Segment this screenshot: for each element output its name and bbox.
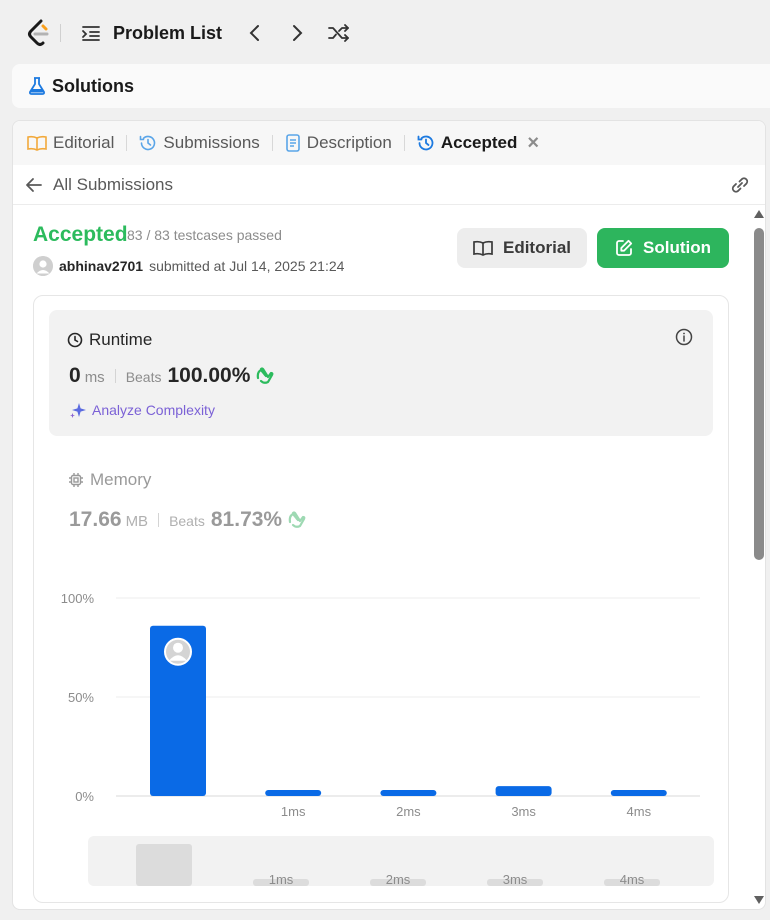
document-icon xyxy=(285,134,300,152)
minimap-label: 3ms xyxy=(503,872,528,886)
clapping-hands-icon xyxy=(288,511,306,528)
editorial-button[interactable]: Editorial xyxy=(457,228,587,268)
avatar-head xyxy=(173,642,183,653)
problem-list-link[interactable]: Problem List xyxy=(113,23,222,44)
tab-submissions[interactable]: Submissions xyxy=(139,133,260,153)
tab-accepted[interactable]: Accepted × xyxy=(417,132,539,155)
arrow-left-icon xyxy=(26,177,42,192)
runtime-distribution-chart[interactable]: 0% 50% 100% 1ms 2ms 3ms 4ms xyxy=(34,580,730,830)
submission-status: Accepted xyxy=(33,223,128,246)
y-tick-label: 100% xyxy=(61,591,95,606)
list-icon[interactable] xyxy=(81,23,101,43)
sparkle-icon xyxy=(70,403,86,418)
solution-button[interactable]: Solution xyxy=(597,228,729,268)
book-icon xyxy=(27,135,47,151)
tab-editorial[interactable]: Editorial xyxy=(27,133,114,153)
divider xyxy=(403,135,405,151)
divider xyxy=(158,513,160,527)
divider xyxy=(114,369,116,383)
memory-beats-percent: 81.73% xyxy=(210,508,283,531)
chip-icon xyxy=(69,473,83,487)
all-submissions-link[interactable]: All Submissions xyxy=(13,165,765,205)
memory-title: Memory xyxy=(90,470,152,489)
memory-beats-label: Beats xyxy=(169,513,205,529)
submitted-time: submitted at Jul 14, 2025 21:24 xyxy=(149,258,345,274)
runtime-beats-percent: 100.00% xyxy=(167,364,251,387)
analyze-complexity-label: Analyze Complexity xyxy=(92,402,215,418)
vertical-scrollbar[interactable] xyxy=(752,204,766,910)
tab-description[interactable]: Description xyxy=(285,133,392,153)
y-tick-label: 50% xyxy=(68,690,94,705)
chevron-left-icon xyxy=(249,25,260,41)
solutions-header[interactable]: Solutions xyxy=(12,64,770,108)
memory-unit: MB xyxy=(125,513,149,530)
runtime-section[interactable]: Runtime 0 ms Beats 100.00% Analyze Compl… xyxy=(49,310,713,436)
testcases-passed: 83 / 83 testcases passed xyxy=(127,227,282,243)
runtime-header: Runtime xyxy=(67,330,152,350)
avatar[interactable] xyxy=(33,256,53,276)
prev-problem-button[interactable] xyxy=(242,20,268,46)
x-tick-label: 3ms xyxy=(511,804,536,819)
edit-icon xyxy=(616,239,633,256)
tab-accepted-label: Accepted xyxy=(440,133,518,152)
clapping-hands-icon xyxy=(257,367,274,384)
y-tick-label: 0% xyxy=(75,789,94,804)
leetcode-logo-icon[interactable] xyxy=(26,18,52,48)
x-tick-label: 1ms xyxy=(281,804,306,819)
chart-bar xyxy=(265,790,322,796)
history-icon xyxy=(140,135,156,151)
scrollbar-thumb[interactable] xyxy=(754,228,764,560)
book-icon xyxy=(473,240,493,256)
performance-card: Runtime 0 ms Beats 100.00% Analyze Compl… xyxy=(33,295,729,903)
minimap-label: 1ms xyxy=(269,872,294,886)
chart-range-selector[interactable]: 1ms 2ms 3ms 4ms xyxy=(88,836,714,886)
scroll-up-arrow-icon[interactable] xyxy=(752,208,766,220)
divider xyxy=(271,135,273,151)
history-icon xyxy=(417,135,434,151)
info-icon[interactable] xyxy=(675,328,693,351)
minimap-bar xyxy=(136,844,192,886)
clock-icon xyxy=(67,332,83,348)
x-tick-label: 4ms xyxy=(627,804,652,819)
shuffle-icon xyxy=(328,24,349,42)
solutions-title: Solutions xyxy=(52,75,134,96)
runtime-unit: ms xyxy=(84,369,105,386)
divider xyxy=(60,24,61,42)
submission-author-line: abhinav2701 submitted at Jul 14, 2025 21… xyxy=(33,256,344,276)
runtime-beats-label: Beats xyxy=(125,369,162,385)
chevron-right-icon xyxy=(293,25,303,41)
divider xyxy=(126,135,128,151)
link-icon[interactable] xyxy=(729,175,751,200)
memory-header[interactable]: Memory xyxy=(68,470,151,490)
memory-metric: 17.66 MB Beats 81.73% xyxy=(69,508,308,532)
submission-panel: Editorial Submissions Description Accept… xyxy=(12,120,766,910)
next-problem-button[interactable] xyxy=(284,20,310,46)
tab-submissions-label: Submissions xyxy=(163,133,260,152)
chart-bar xyxy=(495,786,552,796)
chart-bar xyxy=(610,790,667,796)
scroll-down-arrow-icon[interactable] xyxy=(752,894,766,906)
runtime-value: 0 xyxy=(69,364,81,387)
minimap-label: 2ms xyxy=(386,872,411,886)
x-tick-label: 2ms xyxy=(396,804,421,819)
tab-description-label: Description xyxy=(306,133,392,152)
random-problem-button[interactable] xyxy=(326,20,352,46)
editorial-button-label: Editorial xyxy=(502,238,571,257)
flask-icon xyxy=(29,77,45,95)
memory-value: 17.66 xyxy=(69,508,122,531)
tab-bar: Editorial Submissions Description Accept… xyxy=(13,121,765,165)
top-navbar: Problem List xyxy=(0,0,770,66)
runtime-title: Runtime xyxy=(89,330,153,349)
author-name[interactable]: abhinav2701 xyxy=(59,258,143,274)
avatar-marker xyxy=(164,637,192,666)
chart-bar xyxy=(380,790,437,796)
solution-button-label: Solution xyxy=(643,238,711,257)
close-tab-icon[interactable]: × xyxy=(527,132,539,155)
all-submissions-label: All Submissions xyxy=(53,174,173,194)
analyze-complexity-link[interactable]: Analyze Complexity xyxy=(69,401,215,419)
tab-editorial-label: Editorial xyxy=(53,133,115,152)
minimap-label: 4ms xyxy=(620,872,645,886)
runtime-metric: 0 ms Beats 100.00% xyxy=(69,364,276,388)
